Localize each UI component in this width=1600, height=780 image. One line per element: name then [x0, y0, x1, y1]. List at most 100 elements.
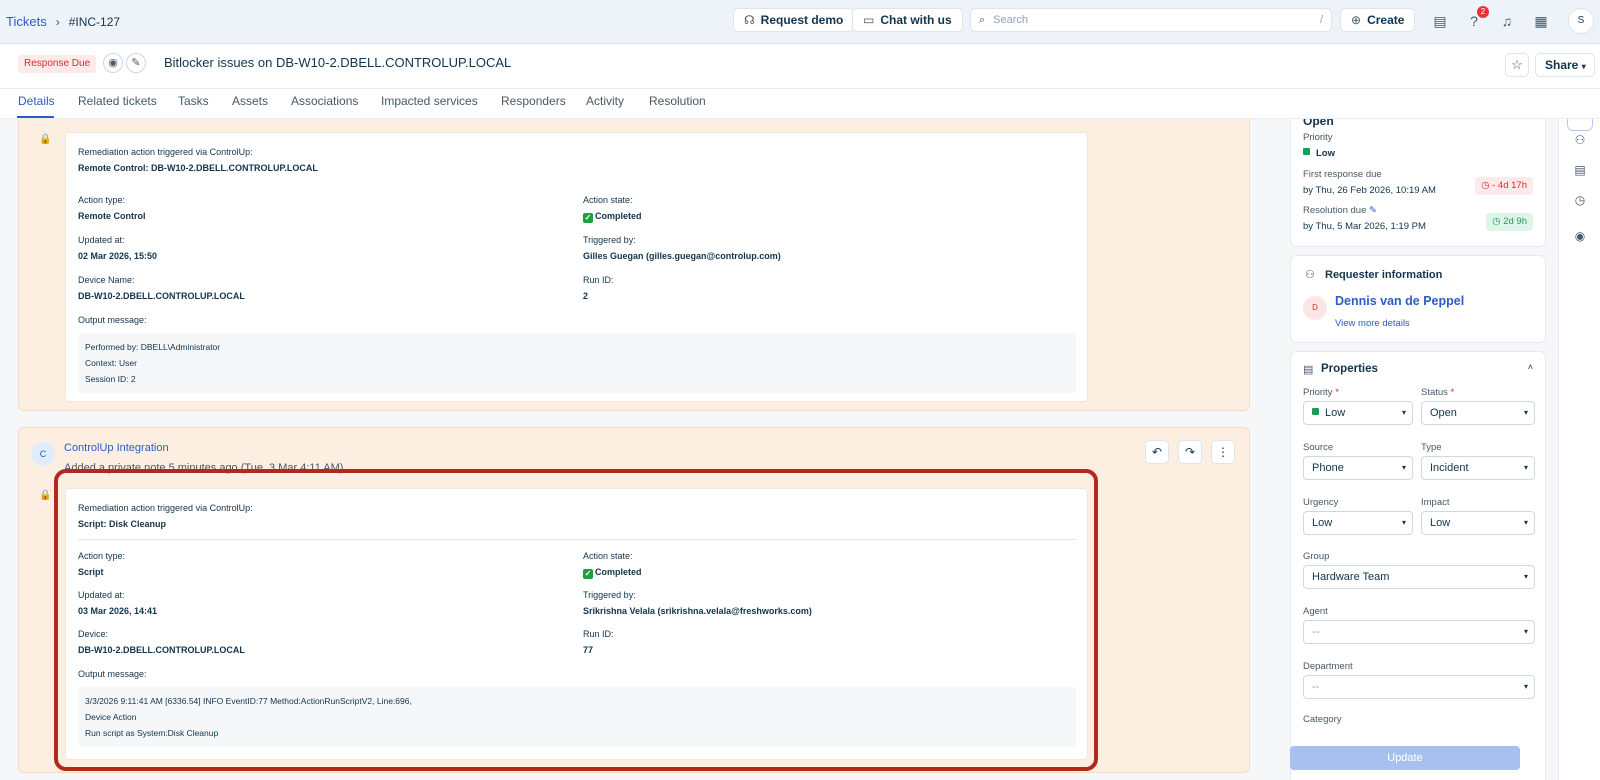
- first-response-label: First response due: [1303, 169, 1382, 180]
- tab-tasks[interactable]: Tasks: [178, 94, 209, 108]
- action-state-label: Action state:: [583, 195, 633, 205]
- required-marker: *: [1450, 387, 1455, 398]
- urgency-select[interactable]: Low ▾: [1303, 511, 1413, 535]
- help-icon[interactable]: ? 2: [1465, 6, 1489, 30]
- note-author[interactable]: ControlUp Integration: [64, 442, 169, 454]
- conversation-area[interactable]: 🔒 Remediation action triggered via Contr…: [0, 119, 1260, 780]
- clock-icon[interactable]: ◷: [1571, 191, 1589, 209]
- tab-details[interactable]: Details: [18, 94, 55, 108]
- share-button[interactable]: Share ▾: [1535, 53, 1595, 77]
- ticket-tabs: Details Related tickets Tasks Assets Ass…: [0, 89, 1600, 119]
- tab-responders[interactable]: Responders: [501, 94, 566, 108]
- pencil-icon[interactable]: ✎: [1369, 205, 1377, 216]
- priority-label: Priority: [1303, 132, 1333, 143]
- pencil-icon[interactable]: ✎: [126, 53, 146, 73]
- action-type-label: Action type:: [78, 195, 126, 205]
- more-options-icon[interactable]: ⋮: [1211, 440, 1235, 464]
- type-select-value: Incident: [1430, 462, 1469, 474]
- output-line: Run script as System:Disk Cleanup: [85, 728, 219, 738]
- person-icon[interactable]: ⚇: [1571, 131, 1589, 149]
- integration-icon[interactable]: ◉: [1571, 227, 1589, 245]
- forward-icon[interactable]: ↷: [1178, 440, 1202, 464]
- output-line: Session ID: 2: [85, 374, 136, 384]
- device-label: Device:: [78, 629, 109, 639]
- updated-label: Updated at:: [78, 235, 125, 245]
- source-select-value: Phone: [1312, 462, 1344, 474]
- note-card-remote-control: 🔒 Remediation action triggered via Contr…: [18, 119, 1250, 411]
- category-field-label: Category: [1303, 714, 1342, 725]
- device-label: Device Name:: [78, 275, 135, 285]
- remaining-text: 2d 9h: [1503, 216, 1527, 227]
- chevron-down-icon: ▾: [1523, 408, 1528, 417]
- type-select[interactable]: Incident ▾: [1421, 456, 1535, 480]
- chat-button[interactable]: ▭ Chat with us: [852, 8, 963, 32]
- search-shortcut: /: [1319, 14, 1323, 26]
- search-placeholder: Search: [993, 14, 1029, 26]
- urgency-field-label: Urgency: [1303, 497, 1339, 508]
- right-rail: ⚇ ▤ ◷ ◉: [1558, 119, 1600, 780]
- requester-name[interactable]: Dennis van de Peppel: [1335, 294, 1464, 308]
- resolution-label: Resolution due ✎: [1303, 205, 1377, 216]
- updated-label: Updated at:: [78, 590, 125, 600]
- tab-related-tickets[interactable]: Related tickets: [78, 94, 157, 108]
- lock-icon: 🔒: [39, 490, 52, 501]
- impact-select[interactable]: Low ▾: [1421, 511, 1535, 535]
- status-select[interactable]: Open ▾: [1421, 401, 1535, 425]
- action-state-value: ✓ Completed: [583, 567, 642, 579]
- top-bar: Tickets › #INC-127 ☊ Request demo ▭ Chat w…: [0, 0, 1600, 44]
- triggered-label: Triggered by:: [583, 590, 636, 600]
- priority-text: Low: [1316, 148, 1335, 159]
- view-more-details-link[interactable]: View more details: [1335, 318, 1410, 329]
- star-icon[interactable]: ☆: [1505, 53, 1529, 77]
- priority-select[interactable]: Low ▾: [1303, 401, 1413, 425]
- department-select[interactable]: -- ▾: [1303, 675, 1535, 699]
- chevron-up-icon[interactable]: ˄: [1528, 362, 1533, 372]
- chevron-down-icon: ▾: [1581, 62, 1586, 71]
- requester-card: ⚇ Requester information D Dennis van de …: [1290, 255, 1546, 343]
- updated-value: 02 Mar 2026, 15:50: [78, 251, 158, 261]
- breadcrumb-tickets[interactable]: Tickets: [6, 14, 47, 29]
- remediation-action-title: Remote Control: DB-W10-2.DBELL.CONTROLUP…: [78, 163, 318, 173]
- status-card: Open Priority Low First response due by …: [1290, 119, 1546, 247]
- notes-icon[interactable]: ▤: [1571, 161, 1589, 179]
- user-avatar[interactable]: S: [1568, 8, 1594, 34]
- remediation-box: Remediation action triggered via Control…: [65, 132, 1088, 402]
- search-input[interactable]: ⌕ Search /: [970, 8, 1332, 32]
- lock-icon: 🔒: [39, 134, 52, 145]
- breadcrumb-separator: ›: [55, 14, 60, 29]
- group-select[interactable]: Hardware Team ▾: [1303, 565, 1535, 589]
- tab-activity[interactable]: Activity: [586, 94, 624, 108]
- ticket-title: Bitlocker issues on DB-W10-2.DBELL.CONTR…: [164, 55, 512, 70]
- remaining-pill: ◷ 2d 9h: [1486, 213, 1533, 231]
- source-select[interactable]: Phone ▾: [1303, 456, 1413, 480]
- tickets-icon[interactable]: ▤: [1431, 12, 1449, 30]
- priority-field-label-text: Priority: [1303, 387, 1333, 398]
- request-demo-button[interactable]: ☊ Request demo: [733, 8, 855, 32]
- tab-resolution[interactable]: Resolution: [649, 94, 706, 108]
- section-divider: [78, 539, 1076, 540]
- remediation-action-title: Script: Disk Cleanup: [78, 519, 167, 529]
- create-button[interactable]: ⊕ Create: [1340, 8, 1416, 32]
- ticket-sidebar: Open Priority Low First response due by …: [1260, 119, 1558, 780]
- create-label: Create: [1367, 13, 1405, 27]
- tab-associations[interactable]: Associations: [291, 94, 358, 108]
- priority-select-value: Low: [1325, 407, 1346, 419]
- properties-card: ▤ Properties ˄ Priority * Low ▾ Status * …: [1290, 351, 1546, 780]
- required-marker: *: [1335, 387, 1339, 398]
- source-field-label: Source: [1303, 442, 1334, 453]
- reply-icon[interactable]: ↶: [1145, 440, 1169, 464]
- bell-icon[interactable]: ♫: [1498, 12, 1516, 30]
- requester-heading: Requester information: [1325, 269, 1443, 281]
- note-card-disk-cleanup: C ControlUp Integration Added a private …: [18, 427, 1250, 773]
- impact-select-value: Low: [1430, 517, 1451, 529]
- eye-icon[interactable]: ◉: [103, 53, 123, 73]
- priority-field-label: Priority *: [1303, 387, 1339, 398]
- timer-icon: ◷: [1481, 180, 1493, 191]
- output-message-box: 3/3/2026 9:11:41 AM [6336.54] INFO Event…: [78, 687, 1076, 747]
- tab-impacted-services[interactable]: Impacted services: [381, 94, 478, 108]
- apps-icon[interactable]: ▦: [1532, 12, 1550, 30]
- tab-assets[interactable]: Assets: [232, 94, 268, 108]
- update-button[interactable]: Update: [1290, 746, 1520, 770]
- agent-select[interactable]: -- ▾: [1303, 620, 1535, 644]
- status-field-label: Status *: [1421, 387, 1454, 398]
